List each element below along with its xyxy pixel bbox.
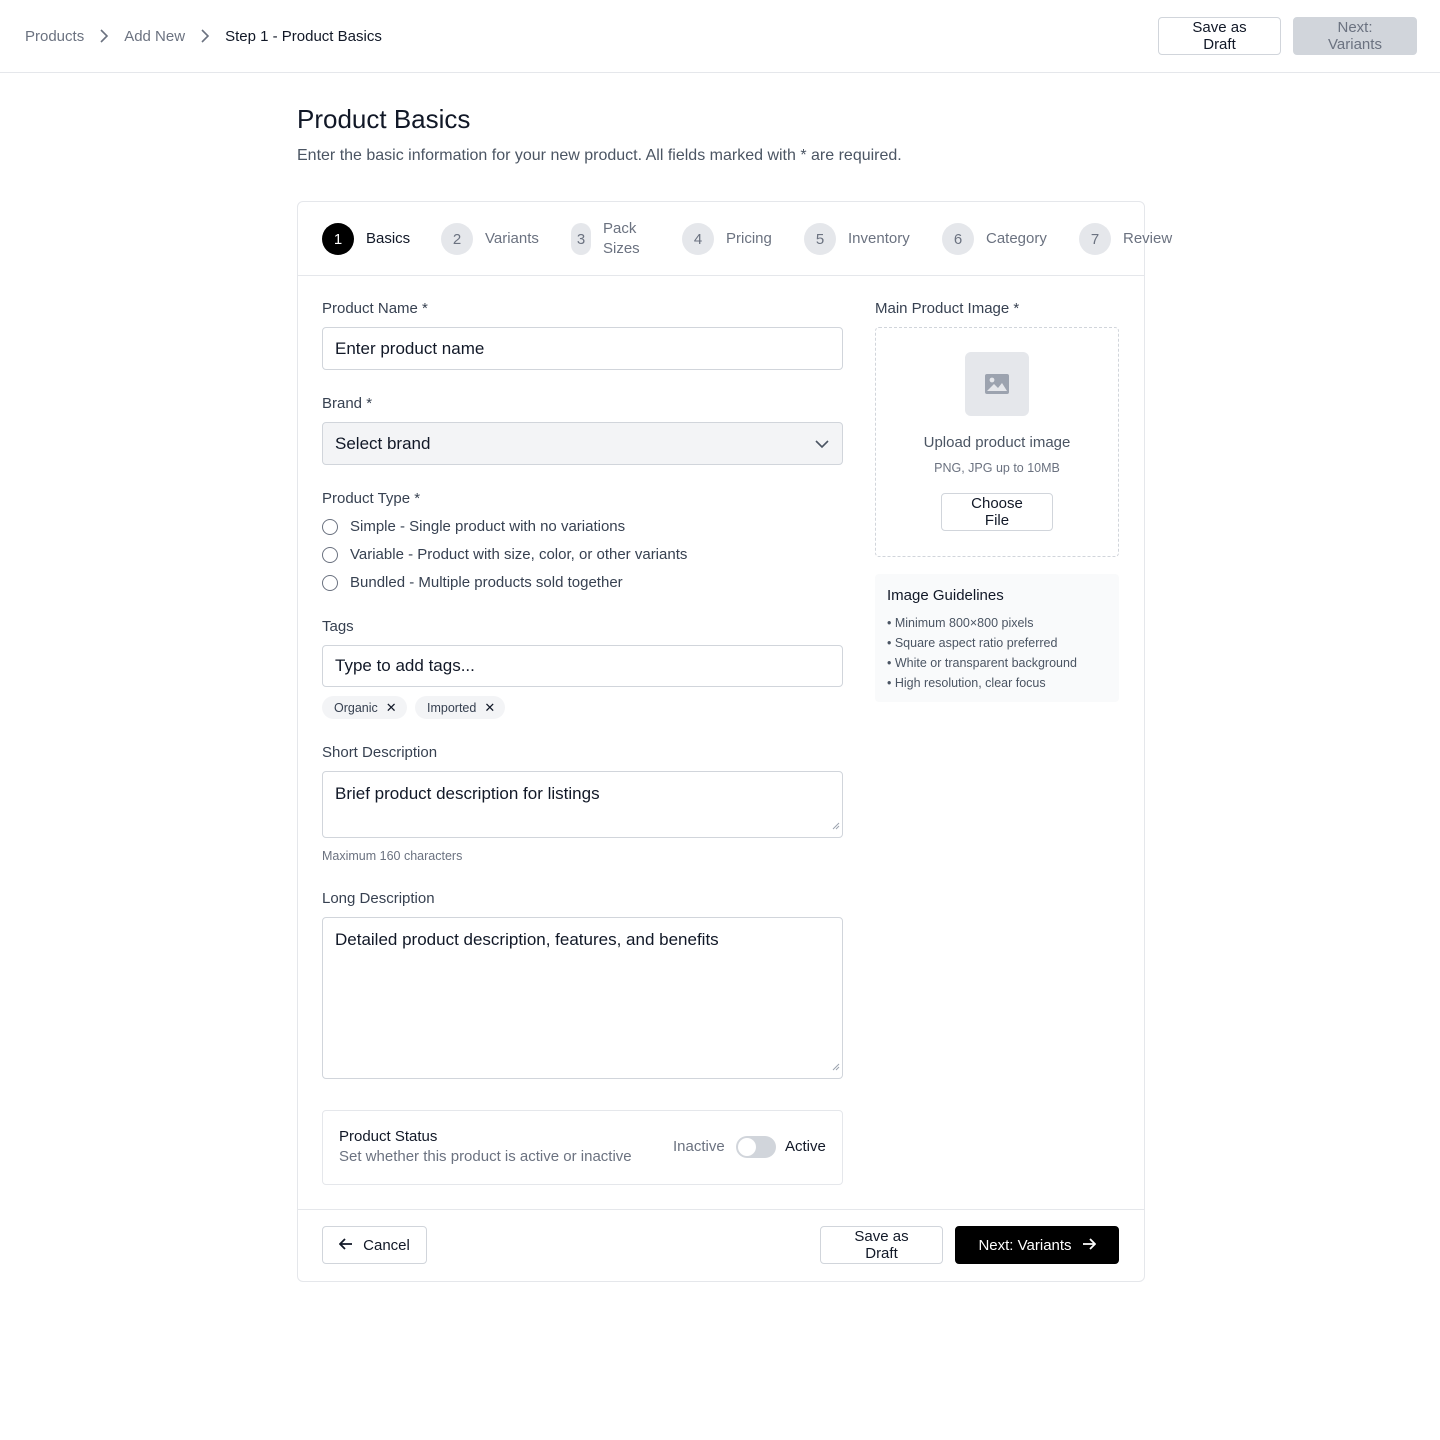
radio-label: Bundled - Multiple products sold togethe… [350, 574, 623, 591]
guidelines-title: Image Guidelines [887, 587, 1004, 604]
upload-hint: PNG, JPG up to 10MB [934, 461, 1060, 475]
short-description-textarea[interactable]: Brief product description for listings [322, 771, 843, 838]
tag-chip-label: Organic [334, 700, 378, 715]
remove-tag-icon[interactable]: ✕ [386, 700, 397, 716]
image-icon [965, 352, 1029, 416]
guidelines-list: • Minimum 800×800 pixels • Square aspect… [887, 614, 1077, 694]
chevron-right-icon [197, 28, 213, 44]
step-label: Variants [485, 230, 539, 247]
step-category[interactable]: 6 Category [942, 202, 1047, 276]
tag-chip: Organic ✕ [322, 696, 407, 719]
step-number: 1 [322, 223, 354, 255]
breadcrumb-current: Step 1 - Product Basics [225, 27, 382, 45]
status-title: Product Status [339, 1128, 438, 1145]
resize-handle-icon[interactable] [830, 815, 840, 835]
arrow-left-icon [338, 1237, 353, 1254]
page-subtitle: Enter the basic information for your new… [297, 147, 902, 164]
product-type-option-variable[interactable]: Variable - Product with size, color, or … [322, 546, 687, 563]
status-subtitle: Set whether this product is active or in… [339, 1148, 632, 1165]
step-review[interactable]: 7 Review [1079, 202, 1172, 276]
guideline-item: • High resolution, clear focus [887, 676, 1046, 690]
stepper: 1 Basics 2 Variants 3 Pack Sizes 4 Prici… [298, 202, 1172, 276]
step-basics[interactable]: 1 Basics [322, 202, 410, 276]
next-label: Next: Variants [978, 1236, 1072, 1254]
step-number: 4 [682, 223, 714, 255]
top-bar: Products Add New Step 1 - Product Basics… [0, 0, 1440, 73]
remove-tag-icon[interactable]: ✕ [484, 700, 495, 716]
step-number: 2 [441, 223, 473, 255]
radio-button[interactable] [322, 518, 338, 535]
footer-save-draft-button[interactable]: Save as Draft [820, 1226, 943, 1264]
tag-chip-label: Imported [427, 700, 477, 715]
breadcrumb-products[interactable]: Products [25, 28, 84, 45]
step-pack-sizes[interactable]: 3 Pack Sizes [571, 202, 651, 276]
upload-title: Upload product image [923, 434, 1071, 451]
product-name-input[interactable]: Enter product name [322, 327, 843, 370]
cancel-label: Cancel [363, 1236, 410, 1254]
product-name-label: Product Name * [322, 300, 428, 317]
status-inactive-label: Inactive [673, 1138, 725, 1155]
chevron-right-icon [96, 28, 112, 44]
short-description-hint: Maximum 160 characters [322, 849, 463, 863]
product-type-option-simple[interactable]: Simple - Single product with no variatio… [322, 518, 625, 535]
image-dropzone[interactable]: Upload product image PNG, JPG up to 10MB… [875, 327, 1119, 557]
long-description-placeholder: Detailed product description, features, … [335, 930, 719, 949]
footer-next-button[interactable]: Next: Variants [955, 1226, 1119, 1264]
short-description-label: Short Description [322, 744, 438, 761]
header-actions: Save as Draft Next: Variants [1158, 17, 1417, 55]
breadcrumb-add-new[interactable]: Add New [124, 28, 185, 45]
product-type-label: Product Type * [322, 490, 421, 507]
form-footer: Cancel Save as Draft Next: Variants [298, 1209, 1144, 1281]
arrow-right-icon [1082, 1237, 1096, 1254]
step-label: Pack Sizes [603, 220, 640, 257]
step-label: Category [986, 230, 1047, 247]
guideline-item: • Minimum 800×800 pixels [887, 616, 1034, 630]
radio-label: Simple - Single product with no variatio… [350, 518, 626, 535]
product-form-card: 1 Basics 2 Variants 3 Pack Sizes 4 Prici… [297, 201, 1172, 1282]
guideline-item: • White or transparent background [887, 656, 1077, 670]
brand-label: Brand * [322, 395, 373, 412]
brand-select[interactable]: Select brand [322, 422, 843, 465]
radio-label: Variable - Product with size, color, or … [350, 546, 688, 563]
step-label: Review [1123, 230, 1173, 247]
chevron-down-icon [814, 434, 830, 454]
product-type-option-bundled[interactable]: Bundled - Multiple products sold togethe… [322, 574, 623, 591]
brand-select-value: Select brand [335, 433, 431, 453]
main-image-label: Main Product Image * [875, 300, 1020, 317]
step-number: 6 [942, 223, 974, 255]
long-description-textarea[interactable]: Detailed product description, features, … [322, 917, 843, 1079]
page-title: Product Basics [297, 104, 471, 134]
resize-handle-icon[interactable] [830, 1056, 840, 1076]
step-number: 5 [804, 223, 836, 255]
step-label: Pricing [726, 230, 772, 247]
step-number: 3 [571, 223, 591, 255]
long-description-label: Long Description [322, 890, 435, 907]
save-draft-button[interactable]: Save as Draft [1158, 17, 1281, 55]
next-variants-button[interactable]: Next: Variants [1293, 17, 1417, 55]
status-toggle[interactable] [736, 1136, 776, 1158]
step-variants[interactable]: 2 Variants [441, 202, 539, 276]
tag-chip: Imported ✕ [415, 696, 506, 719]
step-label: Inventory [848, 230, 910, 247]
choose-file-button[interactable]: Choose File [941, 493, 1053, 531]
short-description-placeholder: Brief product description for listings [335, 784, 600, 803]
step-label: Basics [366, 230, 411, 247]
toggle-knob [738, 1138, 756, 1156]
radio-button[interactable] [322, 546, 338, 563]
image-guidelines: Image Guidelines • Minimum 800×800 pixel… [875, 574, 1119, 702]
cancel-button[interactable]: Cancel [322, 1226, 427, 1264]
tags-input[interactable]: Type to add tags... [322, 645, 843, 687]
tags-label: Tags [322, 618, 354, 635]
status-active-label: Active [785, 1138, 826, 1155]
step-number: 7 [1079, 223, 1111, 255]
step-pricing[interactable]: 4 Pricing [682, 202, 772, 276]
guideline-item: • Square aspect ratio preferred [887, 636, 1058, 650]
radio-button[interactable] [322, 574, 338, 591]
breadcrumb: Products Add New Step 1 - Product Basics [25, 28, 382, 45]
step-inventory[interactable]: 5 Inventory [804, 202, 910, 276]
product-status-panel: Product Status Set whether this product … [322, 1110, 843, 1185]
